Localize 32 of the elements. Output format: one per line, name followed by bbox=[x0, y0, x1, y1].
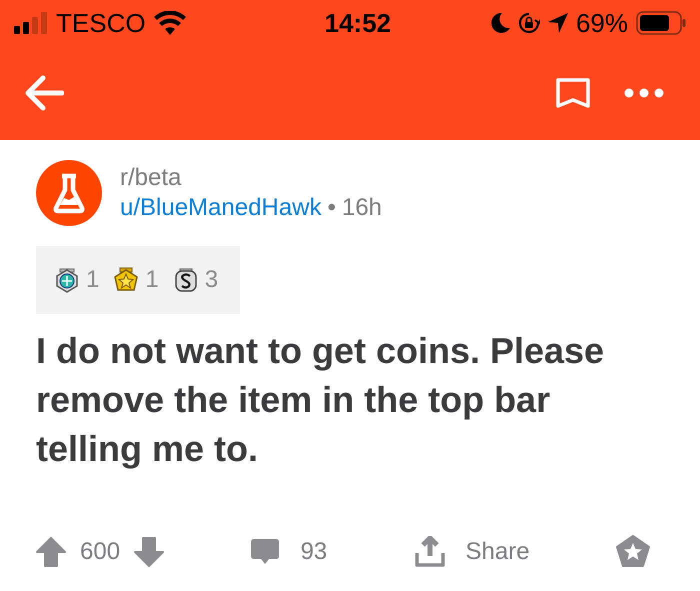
back-arrow-icon[interactable] bbox=[24, 75, 64, 111]
star-medal-icon bbox=[113, 266, 140, 294]
comments-button[interactable]: 93 bbox=[250, 537, 328, 567]
location-icon bbox=[548, 13, 568, 33]
more-options-icon[interactable] bbox=[624, 88, 664, 98]
awards-bar[interactable]: 1 1 3 bbox=[36, 246, 240, 314]
battery-percent: 69% bbox=[576, 8, 628, 38]
signal-icon bbox=[14, 12, 48, 34]
letter-medal-icon bbox=[172, 266, 199, 294]
downvote-icon[interactable] bbox=[134, 537, 164, 567]
carrier-name: TESCO bbox=[56, 8, 146, 38]
upvote-icon[interactable] bbox=[36, 537, 66, 567]
share-icon bbox=[414, 536, 446, 568]
bookmark-icon[interactable] bbox=[556, 78, 590, 108]
post-age: 16h bbox=[342, 194, 382, 222]
award-count: 3 bbox=[204, 266, 218, 294]
author-link[interactable]: u/BlueManedHawk bbox=[120, 194, 322, 222]
clock: 14:52 bbox=[324, 8, 392, 38]
wifi-icon bbox=[154, 11, 186, 35]
award-count: 1 bbox=[145, 266, 159, 294]
post-title: I do not want to get coins. Please remove the item in the top bar telling me to. bbox=[36, 329, 606, 471]
award-icon[interactable] bbox=[616, 535, 650, 569]
plus-medal-icon bbox=[54, 266, 80, 294]
subreddit-avatar[interactable] bbox=[36, 160, 102, 226]
rotation-lock-icon bbox=[518, 12, 540, 34]
separator-dot: • bbox=[327, 194, 336, 222]
battery-icon bbox=[636, 11, 686, 35]
award-count: 1 bbox=[86, 266, 100, 294]
vote-count: 600 bbox=[80, 538, 120, 566]
share-button[interactable]: Share bbox=[414, 536, 530, 568]
subreddit-name[interactable]: r/beta bbox=[120, 164, 382, 192]
moon-icon bbox=[490, 12, 510, 34]
